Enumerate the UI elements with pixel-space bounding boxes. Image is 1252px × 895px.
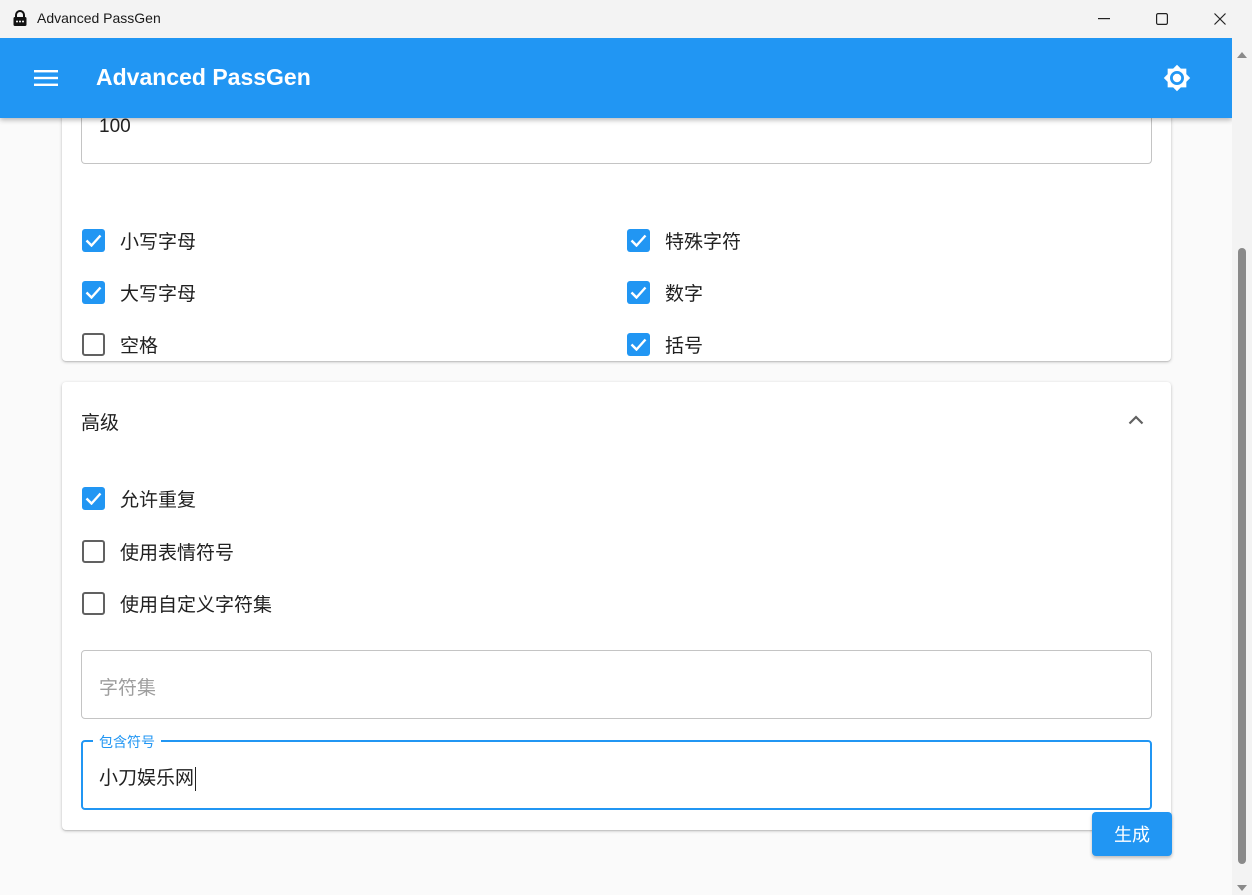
checkbox-digits[interactable]: 数字 xyxy=(627,278,703,306)
checkbox-lowercase[interactable]: 小写字母 xyxy=(82,226,196,254)
advanced-header[interactable]: 高级 xyxy=(81,408,119,435)
scroll-up-icon[interactable] xyxy=(1236,44,1248,63)
generate-button[interactable]: 生成 xyxy=(1092,812,1172,856)
checkbox-label: 使用自定义字符集 xyxy=(120,593,273,616)
checkbox-checked-icon[interactable] xyxy=(82,228,105,252)
checkbox-label: 括号 xyxy=(665,334,704,357)
app-bar: Advanced PassGen xyxy=(0,38,1232,118)
include-symbols-input[interactable]: 包含符号 小刀娱乐网 xyxy=(81,732,1152,810)
length-value: 100 xyxy=(99,116,131,137)
charset-input[interactable]: 字符集 xyxy=(81,650,1152,719)
checkbox-checked-icon[interactable] xyxy=(627,280,650,304)
checkbox-special-chars[interactable]: 特殊字符 xyxy=(627,226,741,254)
checkbox-checked-icon[interactable] xyxy=(82,280,105,304)
checkbox-custom-charset[interactable]: 使用自定义字符集 xyxy=(82,589,272,617)
include-symbols-value: 小刀娱乐网 xyxy=(99,766,197,791)
checkbox-unchecked-icon[interactable] xyxy=(82,539,105,563)
window-title: Advanced PassGen xyxy=(37,10,161,26)
checkbox-checked-icon[interactable] xyxy=(82,486,105,510)
window-titlebar: Advanced PassGen xyxy=(0,0,1252,38)
checkbox-space[interactable]: 空格 xyxy=(82,330,158,358)
checkbox-checked-icon[interactable] xyxy=(627,332,650,356)
app-title: Advanced PassGen xyxy=(96,64,311,90)
checkbox-label: 小写字母 xyxy=(120,230,197,253)
checkbox-checked-icon[interactable] xyxy=(627,228,650,252)
checkbox-unchecked-icon[interactable] xyxy=(82,332,105,356)
checkbox-allow-repeat[interactable]: 允许重复 xyxy=(82,484,196,512)
checkbox-use-emoji[interactable]: 使用表情符号 xyxy=(82,537,234,565)
checkbox-label: 允许重复 xyxy=(120,488,197,511)
minimize-button[interactable] xyxy=(1075,0,1133,38)
maximize-button[interactable] xyxy=(1133,0,1191,38)
advanced-card: 高级 允许重复 使用表情符号 使用自定义字符集 字符集 包含符号 小刀娱乐网 xyxy=(62,382,1171,830)
checkbox-label: 大写字母 xyxy=(120,282,197,305)
checkbox-brackets[interactable]: 括号 xyxy=(627,330,703,358)
checkbox-label: 特殊字符 xyxy=(665,230,742,253)
text-caret xyxy=(195,766,197,791)
checkbox-label: 空格 xyxy=(120,334,159,357)
checkbox-unchecked-icon[interactable] xyxy=(82,591,105,615)
scrollbar-thumb[interactable] xyxy=(1238,248,1246,864)
hamburger-menu-icon[interactable] xyxy=(22,60,70,96)
close-button[interactable] xyxy=(1191,0,1249,38)
checkbox-uppercase[interactable]: 大写字母 xyxy=(82,278,196,306)
lock-icon xyxy=(12,10,28,27)
charset-placeholder: 字符集 xyxy=(99,677,157,699)
checkbox-label: 使用表情符号 xyxy=(120,541,235,564)
scroll-down-icon[interactable] xyxy=(1236,878,1248,895)
include-symbols-label: 包含符号 xyxy=(93,732,161,752)
app-content: Advanced PassGen 100 小写字母 特殊字符 大写字母 数字 空… xyxy=(0,38,1232,895)
vertical-scrollbar[interactable] xyxy=(1232,38,1252,895)
brightness-icon[interactable] xyxy=(1157,58,1197,98)
checkbox-label: 数字 xyxy=(665,282,704,305)
chevron-up-icon[interactable] xyxy=(1122,406,1150,434)
